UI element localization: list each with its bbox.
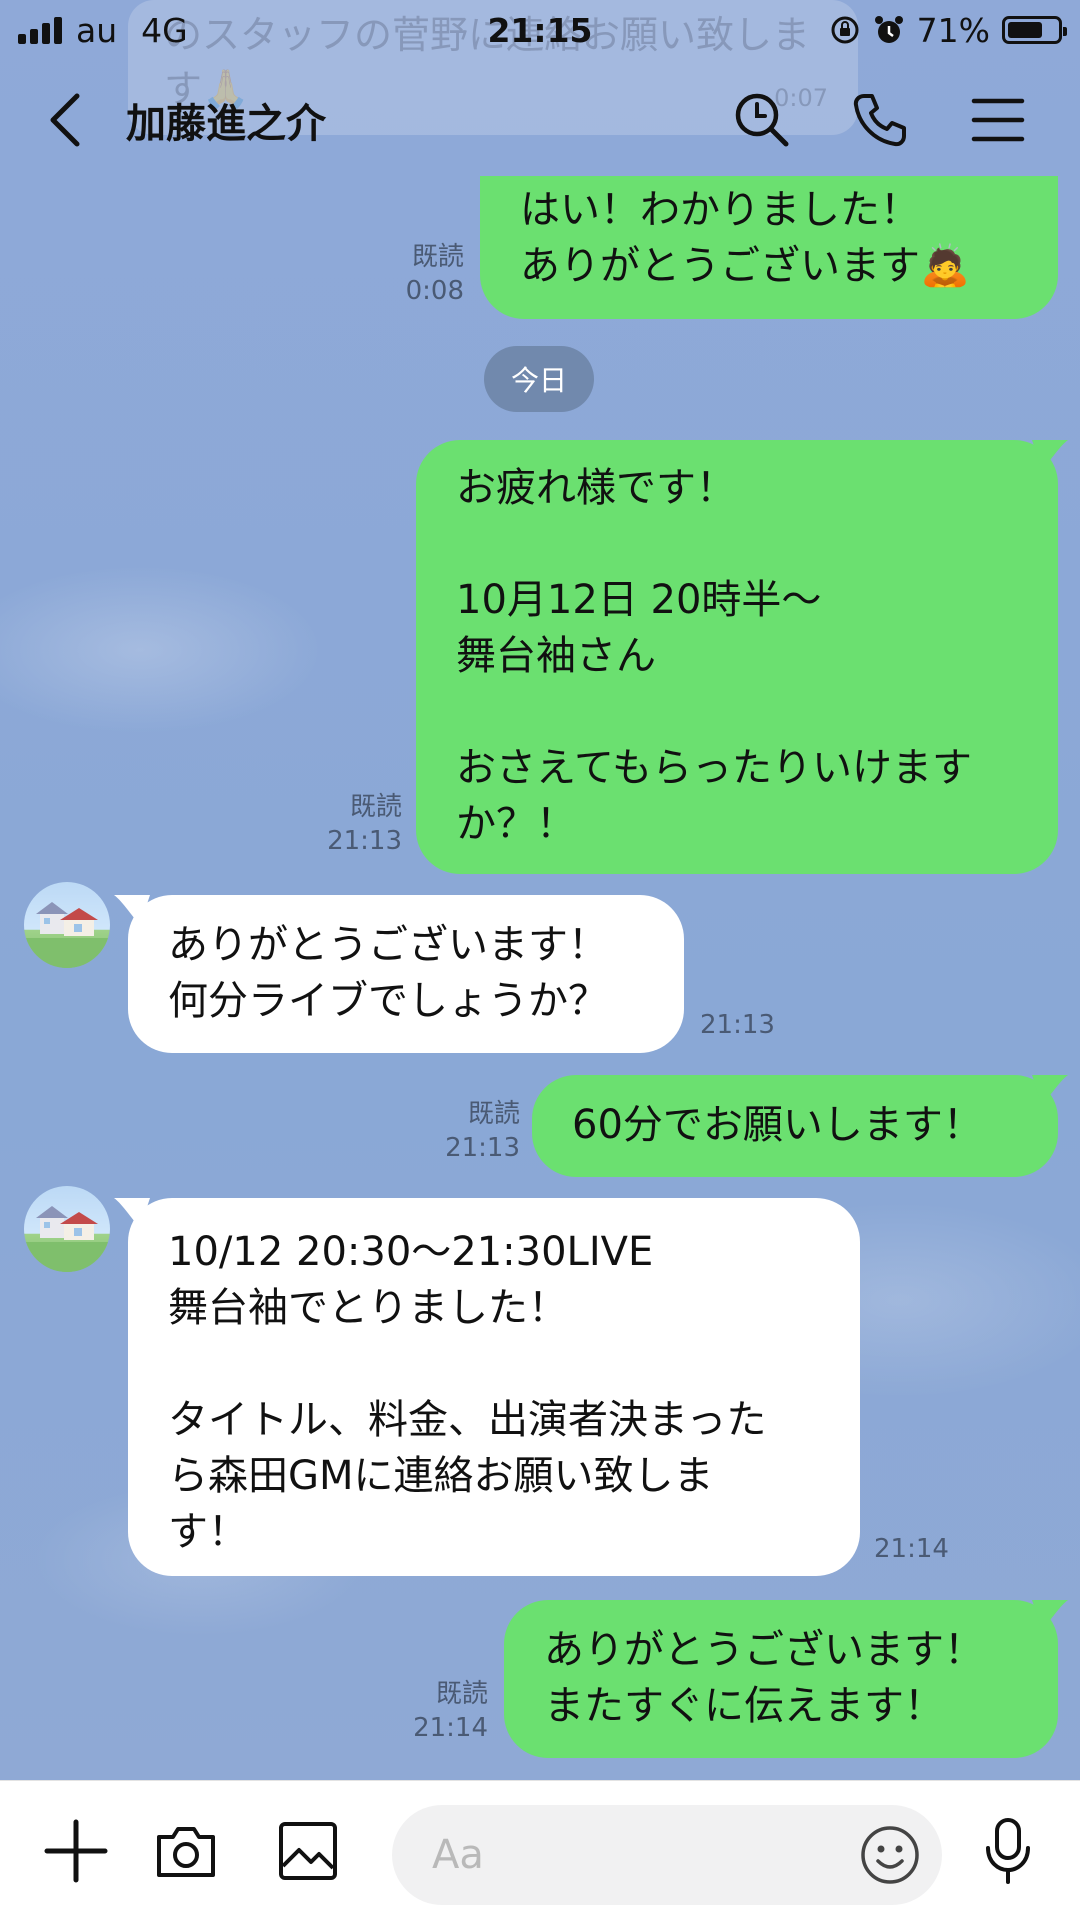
carrier-label: au <box>76 10 118 50</box>
rotation-lock-icon <box>831 16 859 44</box>
back-arrow-icon <box>50 93 80 147</box>
message-time: 21:13 <box>445 1133 520 1163</box>
message-time: 0:08 <box>405 276 464 306</box>
read-label: 既読 <box>467 1099 520 1129</box>
message-input-bar <box>0 1780 1080 1920</box>
read-receipt: 既読 21:13 <box>436 1097 520 1165</box>
bubble-tail <box>1032 1075 1068 1105</box>
received-message-bubble[interactable]: 10/12 20:30〜21:30LIVE 舞台袖でとりました！ タイトル、料金… <box>128 1198 860 1576</box>
message-input[interactable] <box>432 1832 832 1878</box>
message-time: 21:14 <box>413 1713 488 1743</box>
contact-name: 加藤進之介 <box>126 101 326 147</box>
bubble-tail <box>1032 440 1068 470</box>
sent-message-bubble[interactable]: ありがとうございます！ またすぐに伝えます！ <box>504 1600 1058 1758</box>
status-bar: au 4G 21:15 71% <box>0 0 1080 60</box>
search-button[interactable] <box>722 80 802 160</box>
menu-icon <box>971 98 1025 142</box>
call-button[interactable] <box>840 80 920 160</box>
emoji-icon <box>861 1826 919 1884</box>
contact-avatar[interactable] <box>24 1186 110 1272</box>
bubble-tail <box>114 895 150 925</box>
read-label: 既読 <box>411 242 464 272</box>
camera-icon <box>157 1827 215 1877</box>
back-button[interactable] <box>10 70 120 170</box>
read-receipt: 既読 21:13 <box>318 790 402 858</box>
camera-button[interactable] <box>148 1813 224 1889</box>
date-divider: 今日 <box>484 346 594 412</box>
received-message-bubble[interactable]: ありがとうございます！ 何分ライブでしょうか？ <box>128 895 684 1053</box>
message-time: 21:13 <box>700 1010 775 1040</box>
image-icon <box>279 1822 337 1880</box>
image-button[interactable] <box>270 1813 346 1889</box>
message-time: 21:13 <box>327 826 402 856</box>
microphone-icon <box>986 1818 1030 1884</box>
search-icon <box>735 93 789 147</box>
plus-icon <box>44 1819 108 1883</box>
alarm-icon <box>874 16 903 43</box>
bubble-tail <box>114 1198 150 1228</box>
sent-message-bubble[interactable]: お疲れ様です！ 10月12日 20時半〜 舞台袖さん おさえてもらったりいけます… <box>416 440 1058 874</box>
battery-icon <box>1002 16 1067 44</box>
read-receipt: 既読 0:08 <box>380 240 464 308</box>
bubble-tail <box>1032 1600 1068 1630</box>
battery-percent: 71% <box>916 10 990 50</box>
emoji-button[interactable] <box>856 1821 924 1889</box>
signal-strength-icon <box>18 16 62 44</box>
plus-button[interactable] <box>38 1813 114 1889</box>
menu-button[interactable] <box>958 80 1038 160</box>
house-avatar-icon <box>24 902 110 968</box>
sent-message-bubble[interactable]: はい！わかりました！ ありがとうございます🙇 <box>480 176 1058 319</box>
phone-icon <box>853 94 906 147</box>
message-input-container <box>392 1805 942 1905</box>
network-label: 4G <box>141 10 188 50</box>
voice-button[interactable] <box>970 1813 1046 1889</box>
read-label: 既読 <box>349 792 402 822</box>
sent-message-bubble[interactable]: 60分でお願いします！ <box>532 1075 1058 1177</box>
contact-avatar[interactable] <box>24 882 110 968</box>
message-time: 21:14 <box>874 1534 949 1564</box>
read-receipt: 既読 21:14 <box>404 1677 488 1745</box>
house-avatar-icon <box>24 1206 110 1272</box>
read-label: 既読 <box>435 1679 488 1709</box>
chat-header: 加藤進之介 <box>0 60 1080 180</box>
